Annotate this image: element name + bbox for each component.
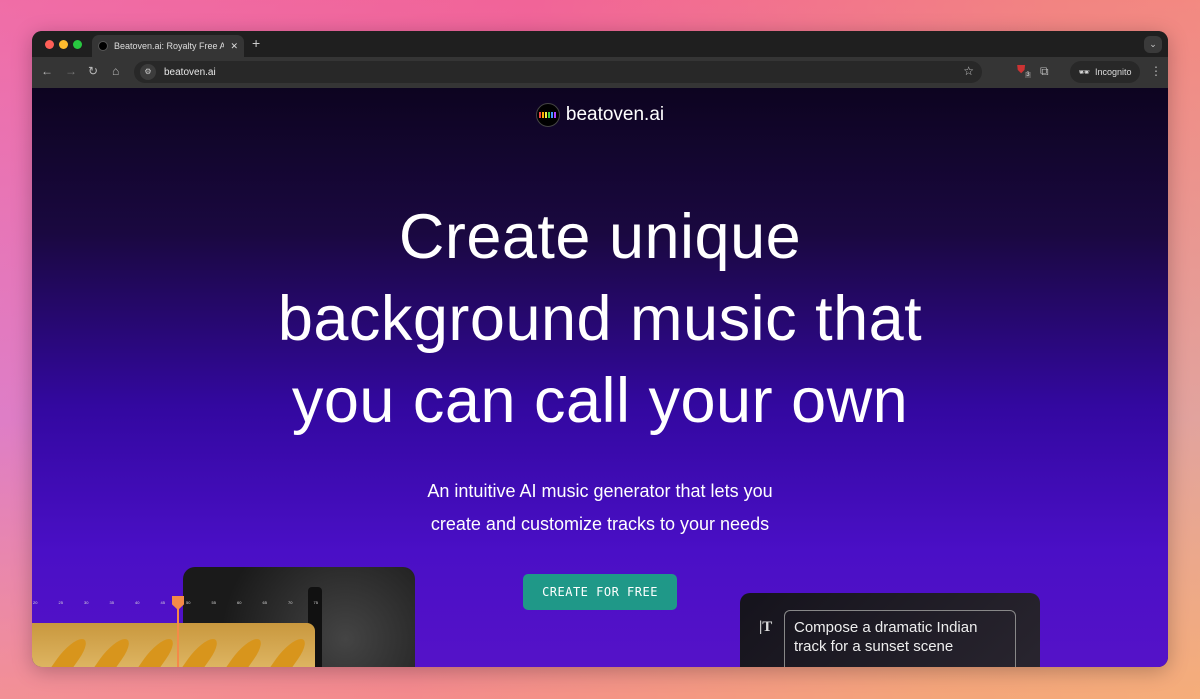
subtitle-line: create and customize tracks to your need… xyxy=(430,514,770,534)
ruler-tick-label: 45 xyxy=(160,600,165,605)
brand-name: beatoven.ai xyxy=(565,104,665,125)
tab-title: Beatoven.ai: Royalty Free AI M xyxy=(114,41,225,51)
brand-logo[interactable]: beatoven.ai xyxy=(32,103,1168,127)
ruler-tick-label: 40 xyxy=(135,600,140,605)
reload-icon[interactable]: ↻ xyxy=(88,64,98,78)
close-tab-icon[interactable]: ✕ xyxy=(230,41,238,52)
tab-search-chevron-icon[interactable]: ⌄ xyxy=(1144,36,1162,53)
audio-track-clip xyxy=(32,623,315,667)
ruler-tick-label: 75 xyxy=(313,600,318,605)
ruler-tick-label: 20 xyxy=(33,600,38,605)
hero-headline: Create unique background music that you … xyxy=(32,196,1168,442)
playhead-line xyxy=(177,608,179,667)
toolbar: ← → ↻ ⌂ ⚙ beatoven.ai ☆ ⛊3 ⧉ 🕶 Incognito … xyxy=(32,57,1168,88)
headline-line: background music that xyxy=(277,284,923,354)
ruler-tick-label: 55 xyxy=(211,600,216,605)
menu-kebab-icon[interactable]: ⋮ xyxy=(1150,64,1162,78)
ruler-tick-label: 25 xyxy=(58,600,63,605)
favicon-icon xyxy=(98,41,108,51)
headline-line: you can call your own xyxy=(291,366,909,436)
tab-bar: Beatoven.ai: Royalty Free AI M ✕ + ⌄ xyxy=(32,31,1168,57)
site-settings-icon[interactable]: ⚙ xyxy=(140,64,156,80)
incognito-icon: 🕶 xyxy=(1078,66,1090,77)
bookmark-star-icon[interactable]: ☆ xyxy=(963,64,974,78)
text-cursor-icon: |T xyxy=(759,619,773,635)
incognito-button[interactable]: 🕶 Incognito xyxy=(1070,61,1140,83)
minimize-window-button[interactable] xyxy=(59,40,68,49)
ruler-tick-label: 30 xyxy=(84,600,89,605)
extension-shield-icon[interactable]: ⛊3 xyxy=(1017,64,1031,79)
new-tab-icon[interactable]: + xyxy=(252,35,260,51)
ruler-tick-label: 65 xyxy=(262,600,267,605)
logo-icon xyxy=(535,103,560,127)
subtitle-line: An intuitive AI music generator that let… xyxy=(427,481,773,501)
ruler-tick-label: 70 xyxy=(288,600,293,605)
extensions-puzzle-icon[interactable]: ⧉ xyxy=(1040,64,1049,79)
browser-window: Beatoven.ai: Royalty Free AI M ✕ + ⌄ ← →… xyxy=(32,31,1168,667)
browser-tab[interactable]: Beatoven.ai: Royalty Free AI M ✕ xyxy=(92,35,244,57)
create-for-free-button[interactable]: CREATE FOR FREE xyxy=(523,574,677,610)
extension-badge: 3 xyxy=(1025,72,1031,79)
prompt-textbox[interactable]: Compose a dramatic Indian track for a su… xyxy=(784,610,1016,667)
forward-icon[interactable]: → xyxy=(65,64,77,78)
ruler-tick-label: 35 xyxy=(109,600,114,605)
home-icon[interactable]: ⌂ xyxy=(112,64,119,78)
address-bar[interactable]: ⚙ beatoven.ai ☆ xyxy=(134,61,982,83)
page-content: beatoven.ai Create unique background mus… xyxy=(32,88,1168,667)
headline-line: Create unique xyxy=(398,202,802,272)
maximize-window-button[interactable] xyxy=(73,40,82,49)
incognito-label: Incognito xyxy=(1094,67,1132,77)
back-icon[interactable]: ← xyxy=(41,64,53,78)
ruler-tick-label: 50 xyxy=(186,600,191,605)
hero-subtitle: An intuitive AI music generator that let… xyxy=(32,475,1168,541)
url-text: beatoven.ai xyxy=(164,66,216,78)
prompt-card: |T Compose a dramatic Indian track for a… xyxy=(740,593,1040,667)
ruler-tick-label: 60 xyxy=(237,600,242,605)
close-window-button[interactable] xyxy=(45,40,54,49)
